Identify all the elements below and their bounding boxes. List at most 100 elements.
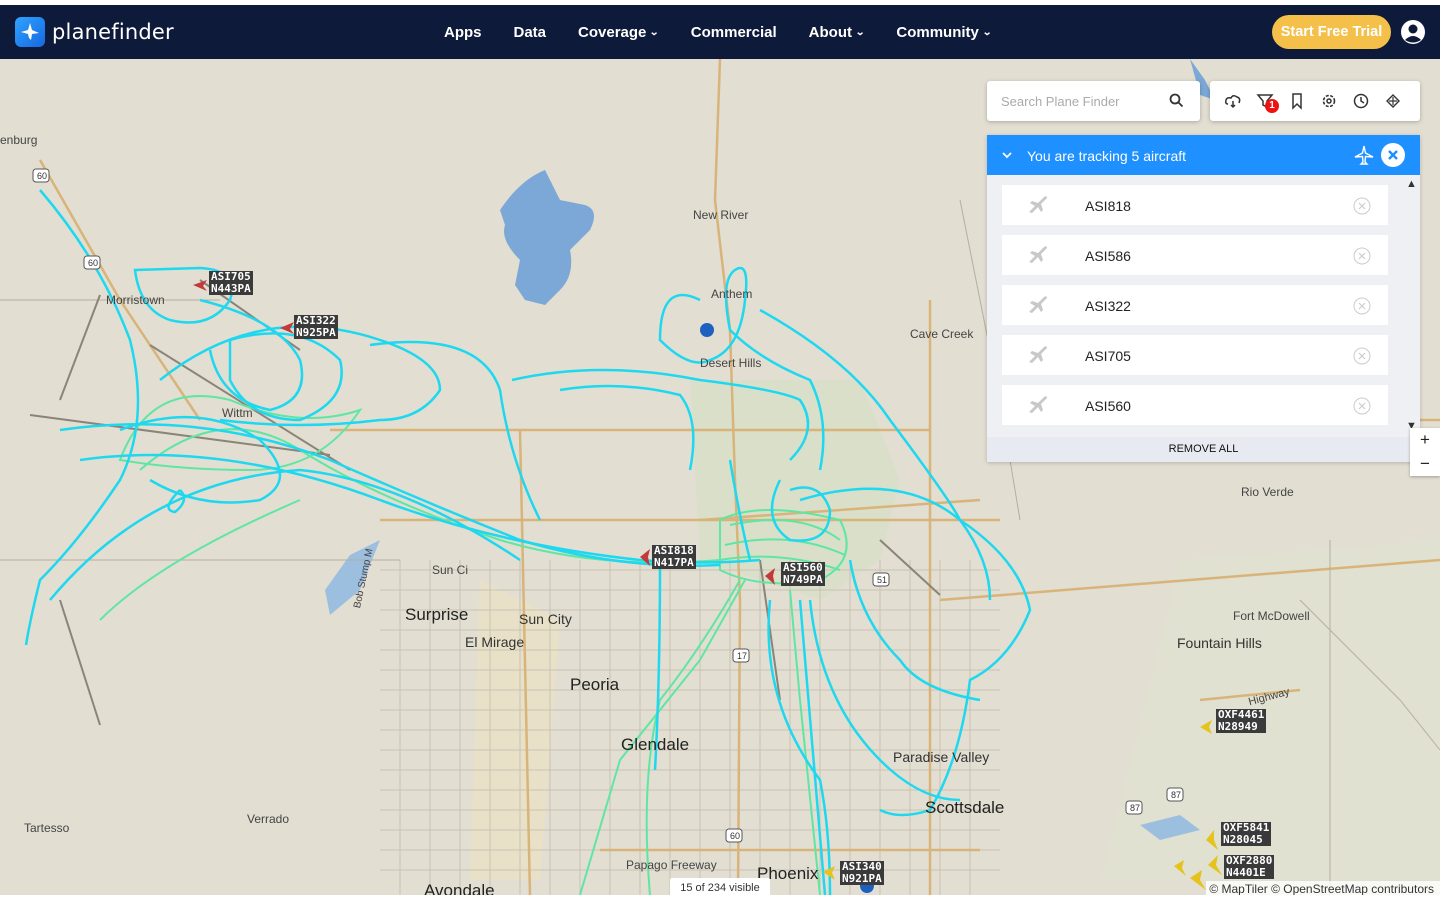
nav-data[interactable]: Data	[514, 24, 547, 41]
tracking-title: You are tracking 5 aircraft	[1027, 148, 1187, 164]
search-input[interactable]	[1001, 93, 1161, 109]
aircraft-registration: N4401E	[1226, 866, 1266, 879]
plane-icon	[1026, 294, 1050, 321]
place-scottsdale: Scottsdale	[925, 798, 1005, 817]
search-icon[interactable]	[1169, 93, 1184, 113]
tracked-aircraft-row[interactable]: ASI560	[1002, 385, 1388, 425]
nav-community-label: Community	[896, 23, 979, 41]
place-glendale: Glendale	[621, 735, 690, 754]
history-icon[interactable]	[1352, 92, 1370, 110]
place-fountain-hills: Fountain Hills	[1177, 635, 1262, 651]
svg-text:60: 60	[88, 258, 98, 268]
aircraft-label-asi340[interactable]: ASI340 N921PA	[840, 861, 884, 885]
bookmark-icon[interactable]	[1288, 92, 1306, 110]
aircraft-label-asi322[interactable]: ASI322 N925PA	[294, 315, 338, 339]
plane-icon	[1026, 194, 1050, 221]
zoom-control: + −	[1410, 428, 1440, 476]
main-nav: Apps Data Coverage ⌄ Commercial About ⌄ Co…	[444, 5, 1023, 59]
nav-coverage-label: Coverage	[578, 23, 647, 41]
place-cave-creek: Cave Creek	[910, 327, 974, 341]
chevron-down-icon: ⌄	[855, 26, 866, 38]
aircraft-label-oxf5841[interactable]: OXF5841 N28045	[1221, 822, 1272, 846]
svg-text:87: 87	[1130, 803, 1140, 813]
aircraft-registration: N28949	[1218, 720, 1258, 733]
plane-icon	[1353, 144, 1375, 171]
tracked-aircraft-id: ASI818	[1085, 198, 1131, 214]
tracked-aircraft-id: ASI586	[1085, 248, 1131, 264]
tracked-aircraft-row[interactable]: ASI586	[1002, 235, 1388, 275]
tracked-aircraft-row[interactable]: ASI705	[1002, 335, 1388, 375]
tracking-panel-header[interactable]: You are tracking 5 aircraft	[987, 135, 1420, 175]
place-sun-city: Sun City	[519, 611, 572, 627]
remove-aircraft-icon[interactable]	[1353, 197, 1371, 220]
tracked-aircraft-id: ASI705	[1085, 348, 1131, 364]
nav-community[interactable]: Community ⌄	[896, 23, 993, 41]
chevron-down-icon[interactable]	[1001, 148, 1013, 166]
place-avondale: Avondale	[424, 881, 495, 895]
brand-name: planefinder	[52, 20, 174, 44]
scroll-up-icon[interactable]: ▲	[1406, 178, 1417, 190]
remove-aircraft-icon[interactable]	[1353, 247, 1371, 270]
remove-all-button[interactable]: REMOVE ALL	[987, 437, 1420, 462]
user-account-icon[interactable]	[1400, 19, 1426, 45]
weather-icon[interactable]	[1224, 92, 1242, 110]
aircraft-label-asi705[interactable]: ASI705 N443PA	[209, 271, 253, 295]
chevron-down-icon: ⌄	[982, 26, 993, 38]
place-surprise: Surprise	[405, 605, 469, 624]
aircraft-label-asi818[interactable]: ASI818 N417PA	[652, 545, 696, 569]
place-new-river: New River	[693, 208, 749, 222]
nav-data-label: Data	[513, 23, 547, 41]
nav-apps[interactable]: Apps	[444, 24, 482, 41]
plane-icon	[1026, 244, 1050, 271]
start-free-trial-button[interactable]: Start Free Trial	[1272, 15, 1391, 49]
place-wittmann: Wittm	[222, 406, 253, 420]
settings-icon[interactable]	[1320, 92, 1338, 110]
aircraft-label-oxf2880[interactable]: OXF2880 N4401E	[1224, 855, 1275, 879]
svg-text:87: 87	[1171, 790, 1181, 800]
tracked-aircraft-id: ASI322	[1085, 298, 1131, 314]
nav-about[interactable]: About ⌄	[809, 24, 866, 41]
playback-icon[interactable]	[1384, 92, 1402, 110]
place-paradise-valley: Paradise Valley	[893, 749, 990, 765]
aircraft-registration: N921PA	[842, 872, 882, 885]
plane-icon	[1026, 344, 1050, 371]
aircraft-registration: N925PA	[296, 326, 336, 339]
filter-count-badge: 1	[1265, 99, 1279, 113]
zoom-out-button[interactable]: −	[1410, 452, 1440, 476]
aircraft-registration: N443PA	[211, 282, 251, 295]
search-box	[987, 81, 1200, 121]
nav-apps-label: Apps	[444, 23, 482, 41]
svg-text:60: 60	[37, 171, 47, 181]
aircraft-registration: N749PA	[783, 573, 823, 586]
remove-aircraft-icon[interactable]	[1353, 397, 1371, 420]
planefinder-logo-icon	[15, 17, 45, 47]
brand-logo[interactable]: planefinder	[15, 17, 174, 47]
nav-commercial[interactable]: Commercial	[691, 24, 777, 41]
chevron-down-icon: ⌄	[649, 26, 660, 38]
tracked-aircraft-row[interactable]: ASI322	[1002, 285, 1388, 325]
aircraft-registration: N417PA	[654, 556, 694, 569]
zoom-in-button[interactable]: +	[1410, 428, 1440, 452]
tracked-aircraft-row[interactable]: ASI818	[1002, 185, 1388, 225]
tracked-aircraft-id: ASI560	[1085, 398, 1131, 414]
close-tracking-button[interactable]	[1381, 143, 1405, 167]
nav-coverage[interactable]: Coverage ⌄	[578, 23, 660, 41]
place-rio-verde: Rio Verde	[1241, 485, 1294, 499]
remove-aircraft-icon[interactable]	[1353, 297, 1371, 320]
aircraft-label-oxf4461[interactable]: OXF4461 N28949	[1216, 709, 1267, 733]
place-fort-mcdowell: Fort McDowell	[1233, 609, 1310, 623]
aircraft-label-asi560[interactable]: ASI560 N749PA	[781, 562, 825, 586]
place-peoria: Peoria	[570, 675, 620, 694]
place-anthem: Anthem	[711, 287, 753, 301]
place-verrado: Verrado	[247, 812, 290, 826]
remove-aircraft-icon[interactable]	[1353, 347, 1371, 370]
place-tartesso: Tartesso	[24, 821, 70, 835]
svg-text:51: 51	[877, 575, 887, 585]
map-toolbar	[1210, 81, 1420, 121]
plane-icon	[1026, 394, 1050, 421]
place-morristown: Morristown	[106, 293, 165, 307]
svg-text:17: 17	[737, 651, 747, 661]
tracking-panel: You are tracking 5 aircraft ASI818 ASI58…	[987, 135, 1420, 462]
nav-commercial-label: Commercial	[690, 23, 777, 41]
place-sun-city-west: Sun Ci	[432, 563, 469, 577]
